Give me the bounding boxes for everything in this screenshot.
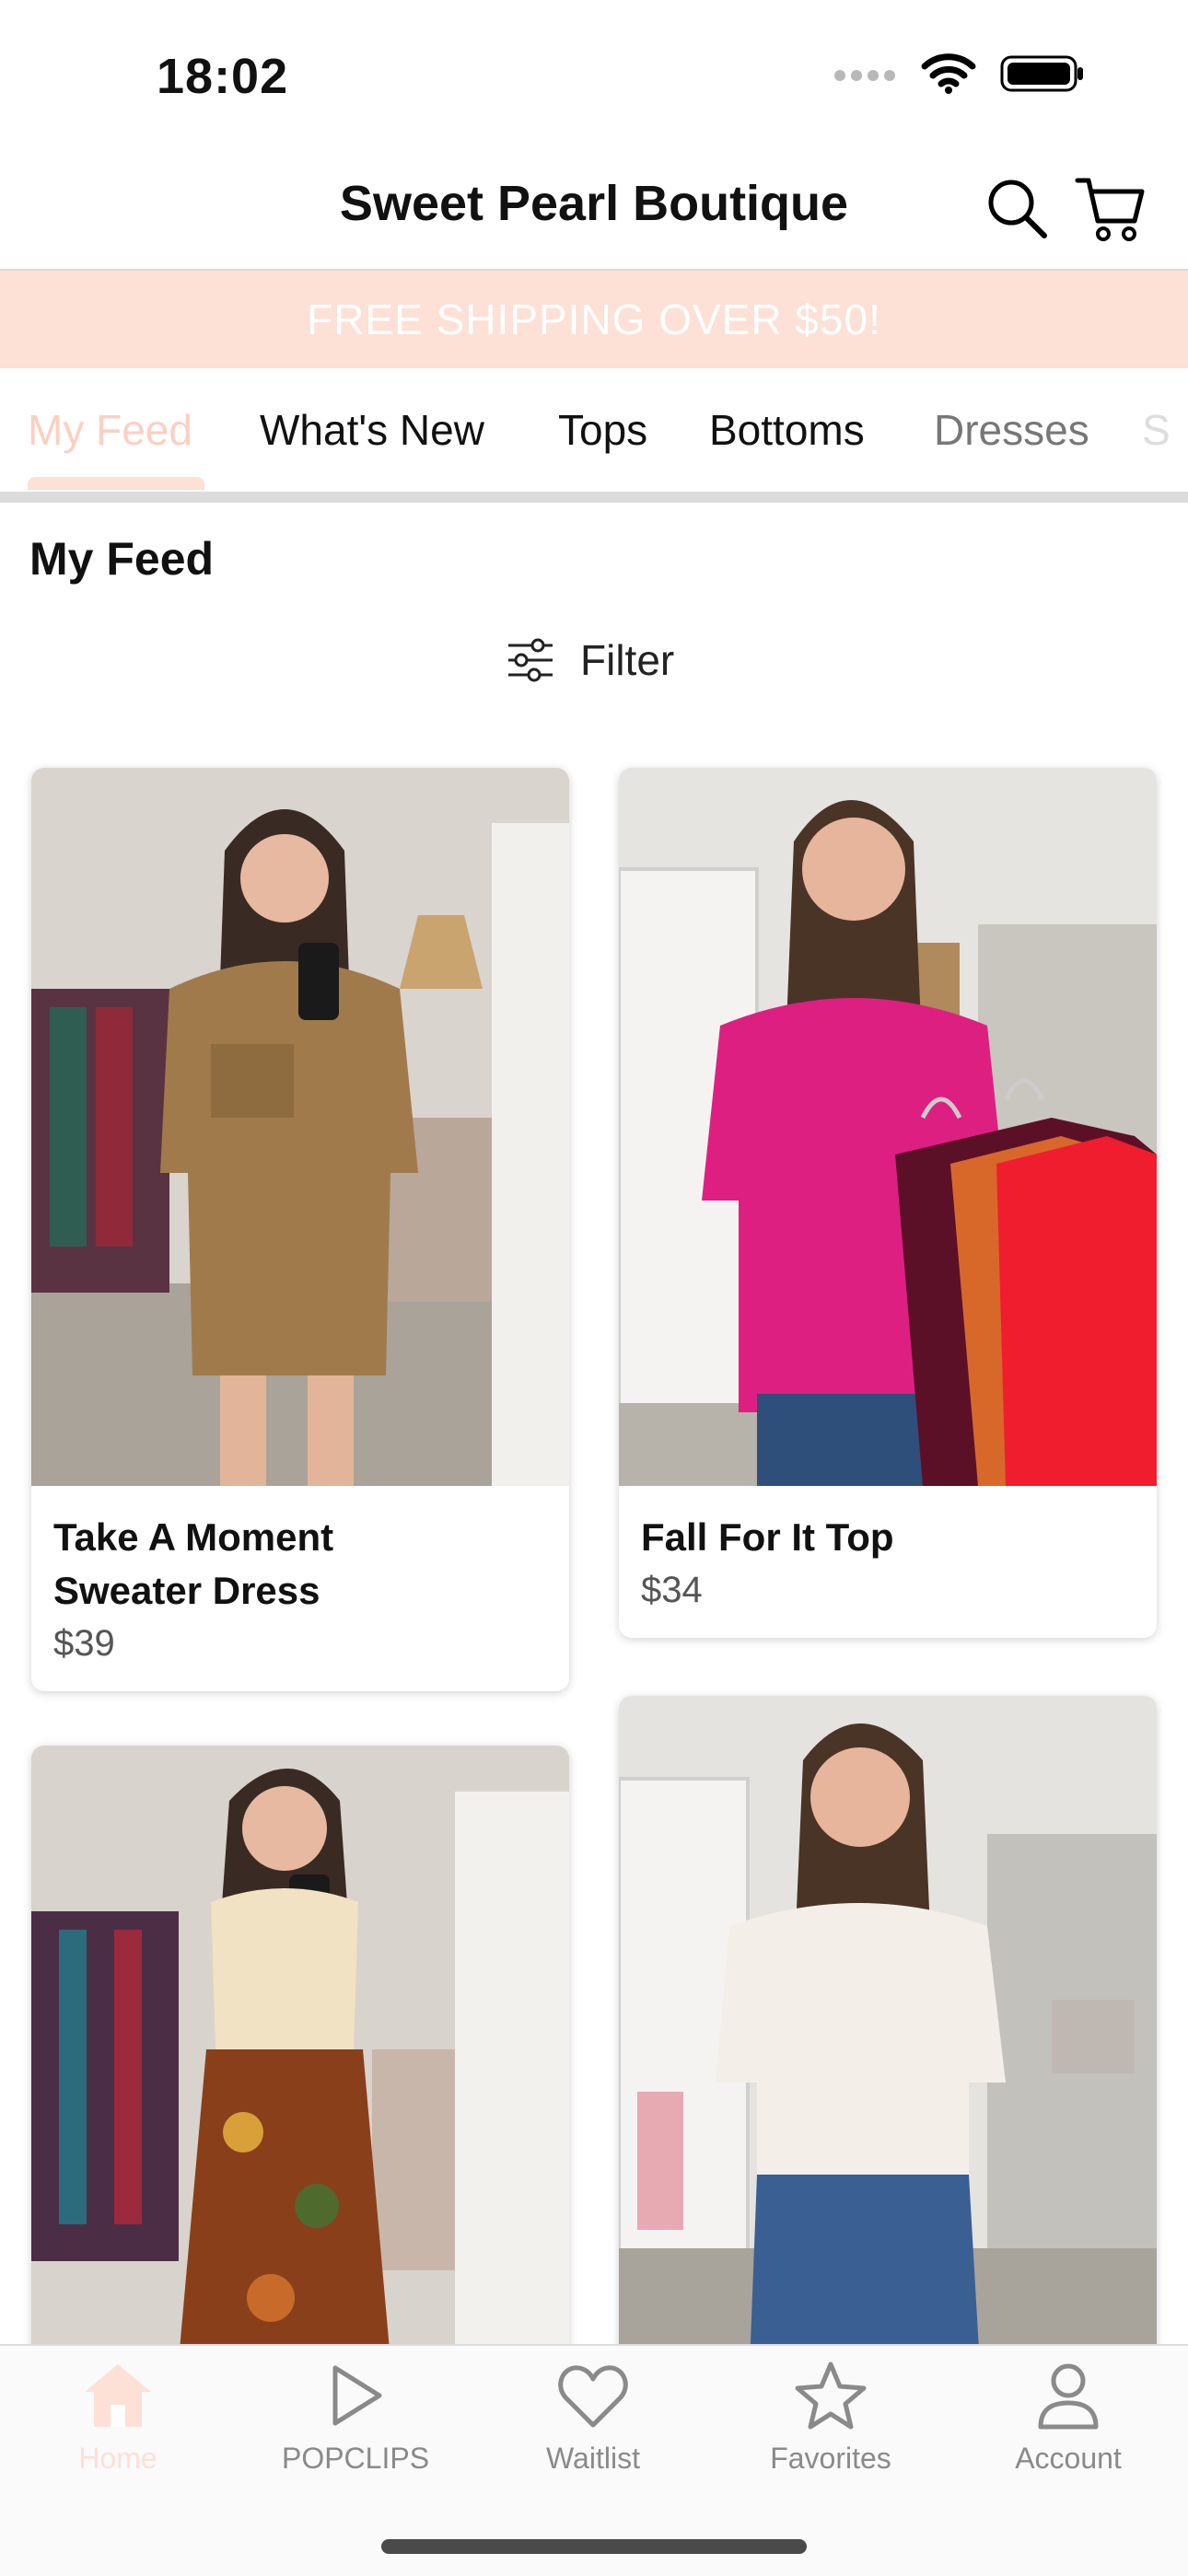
active-tab-indicator <box>28 477 204 490</box>
tabs-divider <box>0 492 1188 503</box>
tab-bottoms[interactable]: Bottoms <box>709 405 865 455</box>
star-icon <box>795 2361 867 2430</box>
search-icon <box>988 180 1047 238</box>
tabbar-account-label: Account <box>1015 2442 1122 2475</box>
section-title: My Feed <box>29 533 215 585</box>
tabbar-popclips-label: POPCLIPS <box>281 2442 430 2475</box>
tab-my-feed[interactable]: My Feed <box>28 405 192 455</box>
tabbar-favorites-label: Favorites <box>770 2442 891 2475</box>
play-icon <box>332 2365 382 2426</box>
battery-icon <box>1000 55 1083 92</box>
product-card[interactable]: Fall For It Top $34 <box>619 768 1157 1638</box>
product-price: $39 <box>53 1623 115 1664</box>
tabbar-account[interactable]: Account <box>967 2361 1170 2476</box>
product-name: Take A Moment <box>53 1515 334 1559</box>
search-button[interactable] <box>984 175 1050 241</box>
product-card[interactable]: Take A Moment Sweater Dress $39 <box>31 768 569 1691</box>
status-icons <box>833 53 1085 94</box>
tabbar-home[interactable]: Home <box>17 2361 219 2476</box>
tab-more[interactable]: S <box>1142 405 1171 455</box>
tab-tops[interactable]: Tops <box>558 405 647 455</box>
product-price: $34 <box>641 1570 703 1610</box>
wifi-icon <box>921 53 976 94</box>
tab-dresses[interactable]: Dresses <box>934 405 1089 455</box>
home-icon <box>85 2364 151 2427</box>
cart-button[interactable] <box>1074 171 1147 245</box>
tabbar-waitlist-label: Waitlist <box>546 2442 640 2475</box>
product-image[interactable] <box>31 768 569 1486</box>
tabbar-favorites[interactable]: Favorites <box>729 2361 932 2476</box>
filter-button[interactable]: Filter <box>505 635 674 685</box>
status-time: 18:02 <box>157 49 289 104</box>
filter-label: Filter <box>580 636 675 684</box>
tabbar-home-label: Home <box>78 2442 157 2475</box>
home-indicator[interactable] <box>381 2539 807 2554</box>
tab-whats-new[interactable]: What's New <box>260 405 484 455</box>
product-name: Fall For It Top <box>641 1515 894 1559</box>
product-image[interactable] <box>619 1696 1157 2414</box>
sliders-icon <box>508 638 553 682</box>
tabbar-popclips[interactable]: POPCLIPS <box>254 2361 457 2476</box>
product-name-line2: Sweater Dress <box>53 1569 320 1612</box>
person-icon <box>1038 2363 1099 2430</box>
promo-banner[interactable]: FREE SHIPPING OVER $50! <box>0 271 1188 368</box>
heart-icon <box>558 2365 628 2428</box>
product-image[interactable] <box>619 768 1157 1486</box>
tabbar-waitlist[interactable]: Waitlist <box>492 2361 694 2476</box>
promo-text: FREE SHIPPING OVER $50! <box>307 296 881 343</box>
cart-icon <box>1075 178 1145 241</box>
signal-icon <box>834 70 895 81</box>
